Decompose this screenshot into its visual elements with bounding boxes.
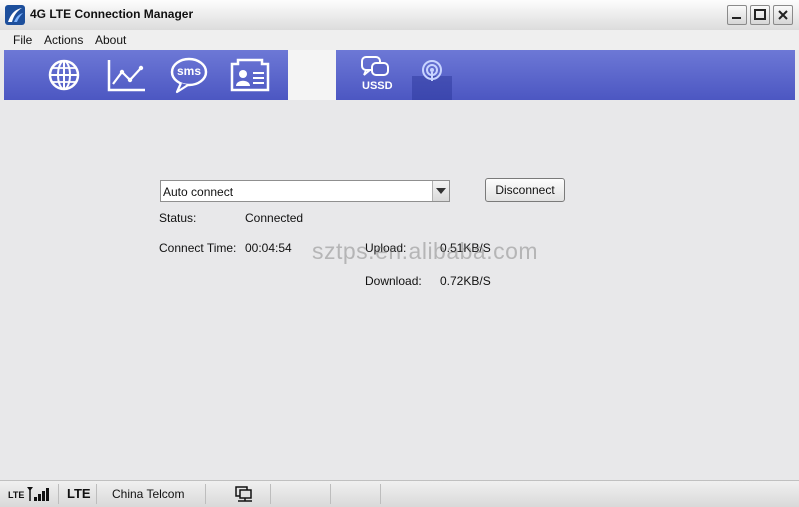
ussd-tab[interactable]: USSD (356, 50, 396, 100)
menu-file[interactable]: File (13, 33, 32, 47)
signal-strength-indicator: LTE (8, 485, 52, 503)
status-label: Status: (159, 211, 197, 225)
watermark: sztps.en.alibaba.com (312, 238, 539, 264)
menu-about[interactable]: About (95, 33, 126, 47)
maximize-button[interactable] (750, 5, 770, 25)
status-bar: LTE LTE China Telcom (0, 480, 799, 507)
disconnect-button[interactable]: Disconnect (485, 178, 565, 202)
download-value: 0.72KB/S (440, 274, 491, 288)
ussd-label: USSD (362, 80, 393, 92)
menu-actions[interactable]: Actions (44, 33, 83, 47)
menu-bar: File Actions About (0, 30, 799, 50)
broadcast-tab[interactable] (417, 50, 447, 100)
app-logo-icon (5, 5, 25, 25)
download-label: Download: (365, 274, 422, 288)
broadcast-icon (422, 60, 442, 81)
dropdown-button[interactable] (432, 181, 449, 201)
sms-label: sms (177, 64, 202, 78)
signal-bars-icon (27, 487, 49, 501)
connection-profile-select[interactable]: Auto connect (160, 180, 450, 202)
internet-tab[interactable] (44, 50, 84, 100)
close-icon (778, 10, 788, 20)
connect-time-value: 00:04:54 (245, 241, 292, 255)
network-type-label: LTE (67, 486, 91, 501)
chat-bubbles-icon (361, 56, 389, 76)
toolbar-blank-tab[interactable] (288, 50, 336, 100)
sms-tab[interactable]: sms (169, 50, 209, 100)
carrier-name: China Telcom (112, 487, 185, 501)
signal-network-label: LTE (8, 490, 25, 500)
window-title: 4G LTE Connection Manager (30, 7, 194, 21)
minimize-icon (732, 17, 741, 19)
connect-time-label: Connect Time: (159, 241, 237, 255)
contact-card-icon (230, 58, 270, 92)
connection-profile-value: Auto connect (163, 185, 234, 199)
main-toolbar: sms USSD (4, 50, 795, 100)
chart-icon (107, 60, 145, 92)
contacts-tab[interactable] (228, 50, 272, 100)
chevron-down-icon (436, 188, 446, 194)
maximize-icon (754, 9, 766, 20)
status-value: Connected (245, 211, 304, 225)
close-button[interactable] (773, 5, 793, 25)
globe-icon (48, 59, 80, 91)
minimize-button[interactable] (727, 5, 747, 25)
network-computer-icon (235, 486, 252, 502)
title-bar: 4G LTE Connection Manager (0, 0, 799, 31)
statistics-tab[interactable] (105, 50, 149, 100)
